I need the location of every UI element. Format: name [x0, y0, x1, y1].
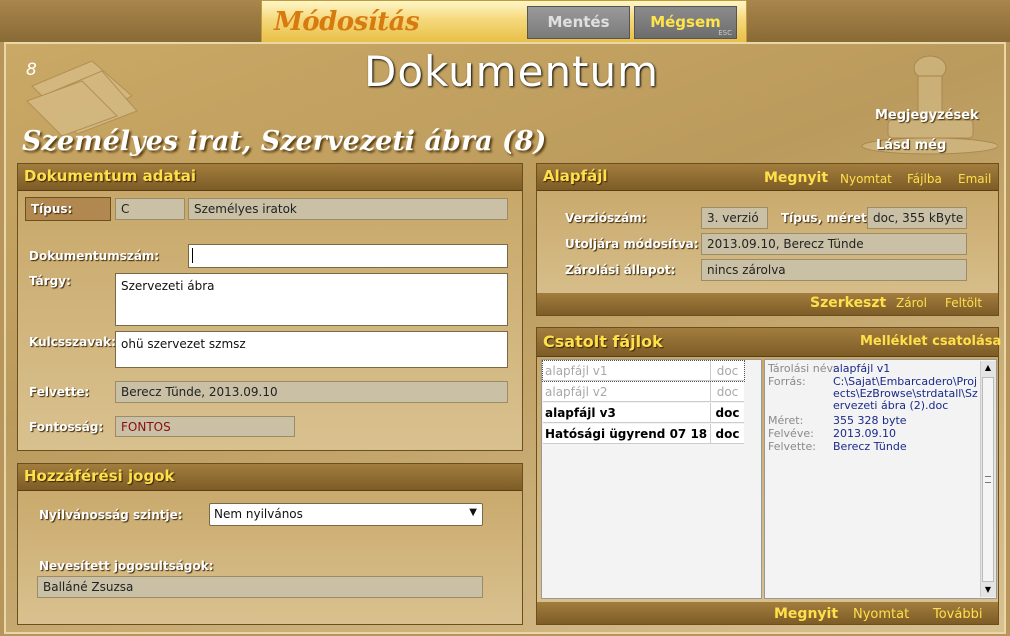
base-open-link[interactable]: Megnyit — [764, 170, 828, 186]
subject-textarea[interactable]: Szervezeti ábra — [115, 273, 508, 326]
page-title: Dokumentum — [364, 47, 660, 96]
base-print-link[interactable]: Nyomtat — [840, 172, 892, 186]
attached-files-title: Csatolt fájlok — [543, 332, 663, 351]
grip-icon — [985, 476, 991, 483]
source-label: Forrás: — [768, 375, 806, 388]
importance-field[interactable]: FONTOS — [115, 416, 295, 437]
cancel-label: Mégsem — [650, 13, 721, 31]
added-by-value: Berecz Tünde — [833, 440, 907, 453]
file-detail-pane: Tárolási név: alapfájl v1 Forrás: C:\Saj… — [764, 359, 997, 599]
size-value: 355 328 byte — [833, 414, 907, 427]
base-file-footer — [537, 293, 998, 315]
access-rights-panel: Hozzáférési jogok — [17, 463, 523, 625]
file-extension: doc — [710, 382, 744, 402]
file-name: alapfájl v2 — [545, 385, 608, 399]
scroll-up-icon[interactable]: ▲ — [982, 362, 994, 374]
base-file-title: Alapfájl — [543, 167, 608, 185]
attach-file-link[interactable]: Melléklet csatolása — [860, 334, 1001, 349]
file-row[interactable]: alapfájl v1 doc — [542, 360, 745, 382]
lock-status-field: nincs zárolva — [701, 259, 967, 281]
lock-link[interactable]: Zárol — [896, 296, 927, 310]
access-rights-title: Hozzáférési jogok — [24, 467, 175, 485]
modified-field: 2013.09.10, Berecz Tünde — [701, 233, 967, 255]
storage-value: alapfájl v1 — [833, 362, 891, 375]
modified-label: Utoljára módosítva: — [565, 237, 699, 251]
docnum-label: Dokumentumszám: — [29, 249, 160, 263]
base-email-link[interactable]: Email — [958, 172, 991, 186]
file-name: alapfájl v1 — [545, 364, 608, 378]
file-row[interactable]: Hatósági ügyrend 07 18 doc — [543, 424, 744, 444]
lock-status-label: Zárolási állapot: — [565, 263, 676, 277]
version-label: Verziószám: — [565, 211, 647, 225]
visibility-label: Nyilvánosság szintje: — [39, 508, 183, 522]
file-name: Hatósági ügyrend 07 18 — [545, 427, 708, 441]
type-size-label: Típus, méret: — [781, 211, 872, 225]
keywords-textarea[interactable]: ohü szervezet szmsz — [115, 331, 508, 368]
created-field: Berecz Tünde, 2013.09.10 — [115, 381, 508, 403]
see-also-link[interactable]: Lásd még — [876, 138, 946, 153]
file-row[interactable]: alapfájl v3 doc — [543, 403, 744, 423]
base-to-file-link[interactable]: Fájlba — [907, 172, 942, 186]
edit-link[interactable]: Szerkeszt — [810, 295, 886, 311]
visibility-select[interactable]: Nem nyilvános ▼ — [209, 503, 483, 526]
type-name-field[interactable]: Személyes iratok — [188, 198, 508, 220]
added-label: Felvéve: — [768, 427, 814, 440]
type-code-field[interactable]: C — [115, 198, 185, 220]
added-by-label: Felvette: — [768, 440, 816, 453]
save-button[interactable]: Mentés — [527, 6, 630, 39]
size-label: Méret: — [768, 414, 804, 427]
document-number: 8 — [26, 60, 37, 80]
notes-link[interactable]: Megjegyzések — [875, 108, 979, 123]
attached-print-link[interactable]: Nyomtat — [853, 607, 909, 622]
version-field: 3. verzió — [701, 207, 768, 229]
file-extension: doc — [710, 361, 744, 381]
named-rights-label: Nevesített jogosultságok: — [39, 559, 214, 573]
access-rights-header: Hozzáférési jogok — [18, 464, 522, 491]
detail-scrollbar[interactable]: ▲ ▼ — [980, 361, 996, 597]
file-extension: doc — [710, 424, 744, 444]
papers-icon — [26, 60, 138, 136]
mode-title: Módosítás — [274, 7, 420, 37]
attached-file-list[interactable]: alapfájl v1 doc alapfájl v2 doc alapfájl v3 d… — [541, 359, 762, 599]
cancel-button[interactable]: Mégsem ESC — [634, 6, 737, 39]
upload-link[interactable]: Feltölt — [945, 296, 982, 310]
source-value: C:\Sajat\Embarcadero\Projects\EzBrowse\s… — [833, 375, 978, 412]
file-row[interactable]: alapfájl v2 doc — [543, 382, 744, 402]
attached-more-link[interactable]: További — [933, 607, 982, 622]
cancel-shortcut-hint: ESC — [718, 29, 732, 37]
added-value: 2013.09.10 — [833, 427, 896, 440]
text-caret — [192, 248, 193, 263]
docnum-input[interactable] — [188, 244, 508, 268]
created-label: Felvette: — [29, 385, 90, 399]
named-rights-field[interactable]: Balláné Zsuzsa — [37, 576, 483, 598]
attached-open-link[interactable]: Megnyit — [774, 606, 838, 622]
keywords-label: Kulcsszavak: — [29, 335, 116, 349]
visibility-value: Nem nyilvános — [214, 507, 303, 521]
file-name: alapfájl v3 — [545, 406, 616, 420]
document-subtitle: Személyes irat, Szervezeti ábra (8) — [22, 126, 547, 157]
chevron-down-icon: ▼ — [469, 507, 477, 518]
importance-label: Fontosság: — [29, 420, 104, 434]
document-data-title: Dokumentum adatai — [24, 167, 197, 185]
scroll-thumb[interactable] — [982, 377, 994, 582]
type-label: Típus: — [31, 202, 73, 216]
storage-label: Tárolási név: — [768, 362, 837, 375]
type-size-field: doc, 355 kByte — [867, 207, 967, 229]
scroll-down-icon[interactable]: ▼ — [982, 584, 994, 596]
file-extension: doc — [710, 403, 744, 423]
subject-label: Tárgy: — [29, 274, 71, 288]
attached-files-footer — [537, 602, 998, 624]
document-data-header: Dokumentum adatai — [18, 164, 522, 191]
mode-header: Módosítás Mentés Mégsem ESC — [261, 0, 747, 44]
type-label-box: Típus: — [25, 197, 111, 221]
